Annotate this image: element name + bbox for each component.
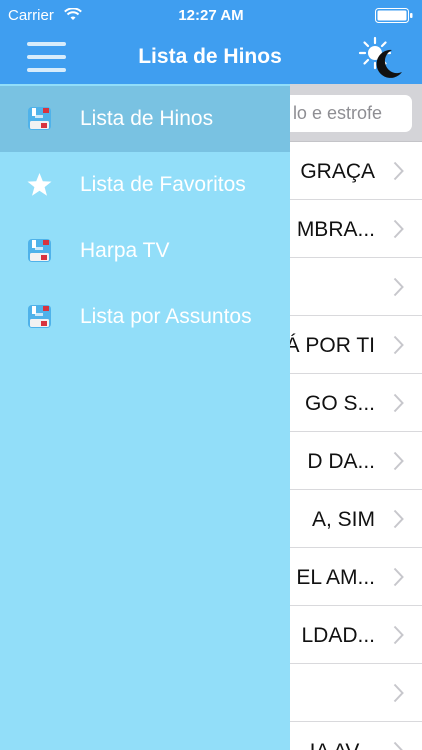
chevron-right-icon (393, 741, 403, 750)
chevron-right-icon (393, 277, 404, 297)
chevron-right-icon (393, 683, 404, 703)
drawer-item-2[interactable]: Lista de Favoritos (0, 152, 290, 218)
chevron-right-icon (393, 451, 404, 471)
drawer-item-4[interactable]: Lista por Assuntos (0, 284, 290, 350)
chevron-right-icon (393, 393, 404, 413)
drawer-item-label: Lista por Assuntos (80, 305, 252, 328)
battery-icon (375, 8, 413, 23)
chevron-right-icon (393, 509, 404, 529)
hymnbook-icon (28, 107, 51, 130)
search-placeholder: lo e estrofe (292, 103, 382, 123)
drawer-item-label: Harpa TV (80, 239, 170, 262)
chevron-right-icon (393, 219, 404, 239)
chevron-right-icon (393, 335, 404, 355)
drawer-menu: Lista de Hinos Lista de Favoritos Harpa TV… (0, 86, 290, 350)
side-drawer: Lista de Hinos Lista de Hinos Lista de Fa… (0, 0, 290, 750)
drawer-item-label: Lista de Hinos (80, 107, 214, 130)
chevron-right-icon (393, 625, 404, 645)
hymnbook-icon (28, 239, 51, 262)
star-icon (27, 173, 52, 196)
chevron-right-icon (393, 567, 404, 587)
clock: 12:27 AM (178, 7, 244, 24)
drawer-item-label: Lista de Favoritos (80, 173, 246, 196)
drawer-item-1[interactable]: Lista de Hinos (0, 86, 290, 152)
day-night-toggle-icon[interactable] (358, 36, 404, 78)
page-title: Lista de Hinos (138, 45, 282, 68)
hymnbook-icon (28, 305, 51, 328)
chevron-right-icon (393, 161, 404, 181)
hamburger-menu-icon[interactable] (27, 42, 66, 72)
status-bar: Carrier 12:27 AM (0, 0, 422, 30)
drawer-item-3[interactable]: Harpa TV (0, 218, 290, 284)
